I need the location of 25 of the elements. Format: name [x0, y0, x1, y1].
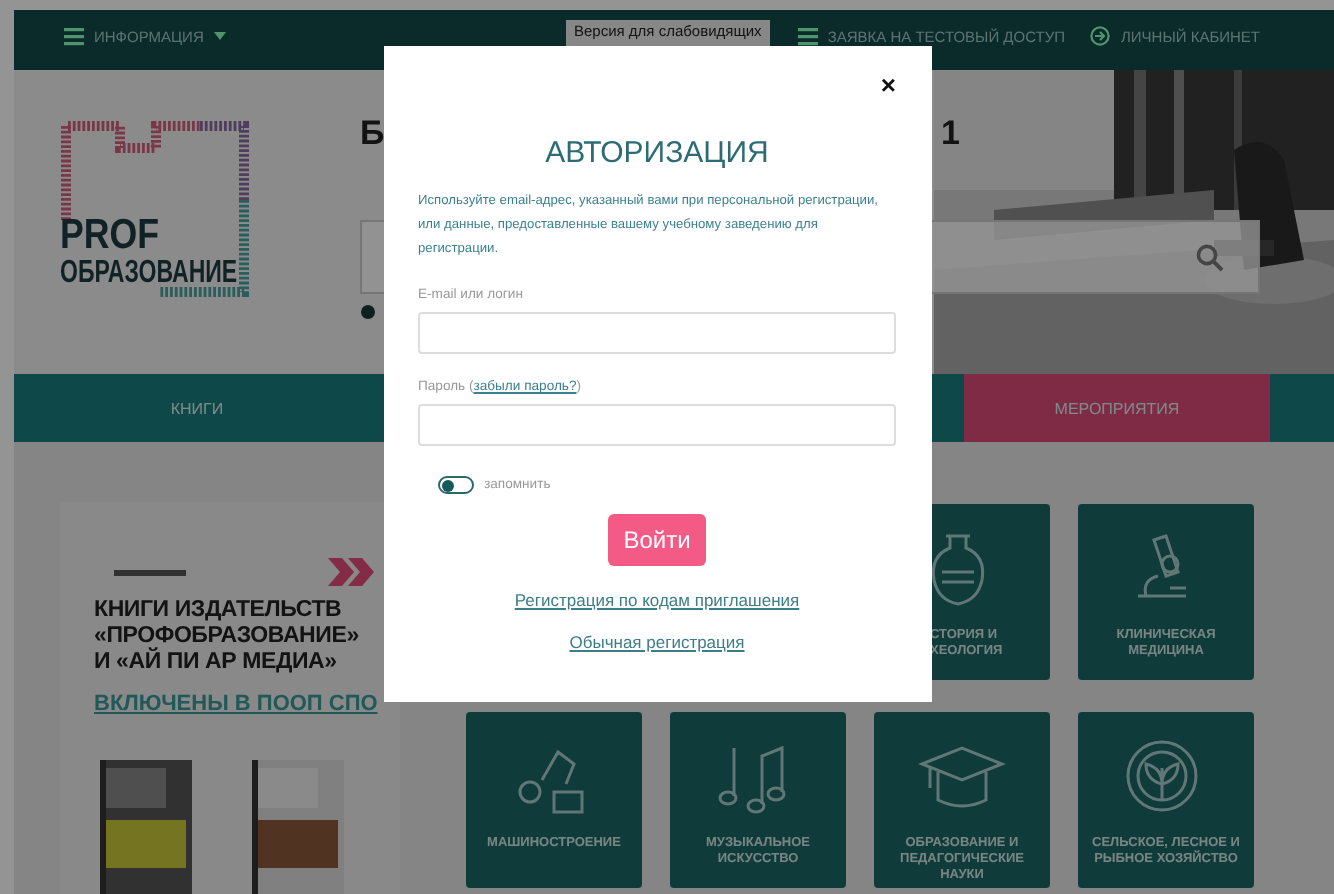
registration-link[interactable]: Обычная регистрация	[569, 632, 745, 652]
promo-link[interactable]: ВКЛЮЧЕНЫ В ПООП СПО	[94, 692, 378, 716]
nav-tab[interactable]: МЕРОПРИЯТИЯ	[964, 374, 1270, 442]
dialog-title: АВТОРИЗАЦИЯ	[543, 136, 771, 170]
close-button[interactable]: ×	[880, 70, 896, 100]
menu-icon[interactable]	[797, 26, 818, 46]
login-button[interactable]: Войти	[608, 514, 706, 566]
logo-text: PROF	[60, 216, 162, 256]
search-icon[interactable]	[1196, 243, 1224, 271]
logo-text: ОБРАЗОВАНИЕ	[60, 256, 236, 290]
menu-icon[interactable]	[64, 26, 84, 46]
arrow-circle-icon[interactable]	[1090, 26, 1111, 46]
heading-text: Б	[360, 114, 385, 154]
dashes-icon	[114, 569, 186, 575]
nav-tab[interactable]: КНИГИ	[14, 374, 380, 442]
password-field[interactable]	[418, 404, 896, 446]
heading-text: 1	[941, 114, 960, 154]
email-field[interactable]	[418, 312, 896, 354]
logo-frame-icon	[60, 120, 250, 300]
chevrons-icon	[328, 558, 376, 586]
remember-toggle[interactable]	[438, 476, 474, 494]
promo-heading: КНИГИ ИЗДАТЕЛЬСТВ «ПРОФОБРАЗОВАНИЕ» И «АЙ ПИ АР МЕДИА»	[94, 598, 361, 676]
registration-link[interactable]: Регистрация по кодам приглашения	[514, 590, 800, 610]
radio-icon[interactable]	[360, 304, 376, 320]
caret-icon[interactable]	[213, 32, 226, 40]
